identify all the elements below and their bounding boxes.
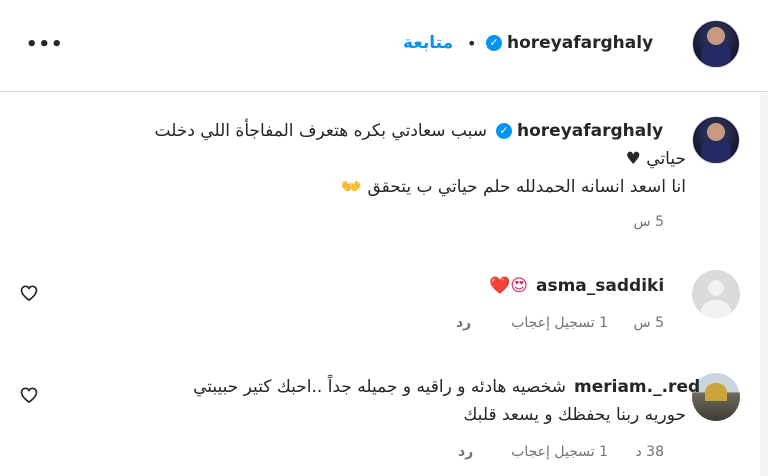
- caption-timestamp[interactable]: 5 س: [634, 214, 664, 230]
- caption-text-line-3: انا اسعد انسانه الحمدلله حلم حياتي ب يتح…: [340, 177, 686, 197]
- comment-likes-count[interactable]: 1 تسجيل إعجاب: [511, 444, 608, 460]
- comment-avatar[interactable]: [692, 270, 740, 318]
- more-options-icon[interactable]: •••: [26, 34, 64, 55]
- reply-button[interactable]: رد: [458, 444, 473, 460]
- heart-outline-icon[interactable]: [19, 385, 39, 405]
- scrollbar[interactable]: [760, 92, 768, 476]
- caption-text-line-2: حياتي ♥: [625, 149, 686, 169]
- caption-avatar[interactable]: [692, 116, 740, 164]
- comment-username[interactable]: meriam._.red: [574, 377, 700, 397]
- comment-text-line-1: شخصيه هادئه و راقيه و جميله جداً ..احبك …: [193, 377, 566, 397]
- post-header: horeyafarghaly ✓ • متابعة •••: [0, 0, 768, 92]
- author-avatar[interactable]: [692, 20, 740, 68]
- comment-timestamp[interactable]: 38 د: [635, 444, 664, 460]
- verified-badge-icon: ✓: [486, 35, 502, 51]
- comment-username[interactable]: asma_saddiki: [536, 276, 664, 296]
- comment-text: 😍❤️: [489, 276, 528, 296]
- follow-button[interactable]: متابعة: [403, 33, 453, 53]
- separator-dot: •: [467, 34, 477, 53]
- author-username[interactable]: horeyafarghaly: [507, 33, 653, 53]
- comment-text-line-2: حوريه ربنا يحفظك و يسعد قلبك: [463, 405, 686, 425]
- heart-outline-icon[interactable]: [19, 283, 39, 303]
- caption-text-line-1: سبب سعادتي بكره هتعرف المفاجأة اللي دخلت: [154, 121, 488, 141]
- verified-badge-icon: ✓: [496, 123, 512, 139]
- comment-likes-count[interactable]: 1 تسجيل إعجاب: [511, 315, 608, 331]
- comment-timestamp[interactable]: 5 س: [634, 315, 664, 331]
- caption-username[interactable]: horeyafarghaly: [517, 121, 663, 141]
- reply-button[interactable]: رد: [456, 315, 471, 331]
